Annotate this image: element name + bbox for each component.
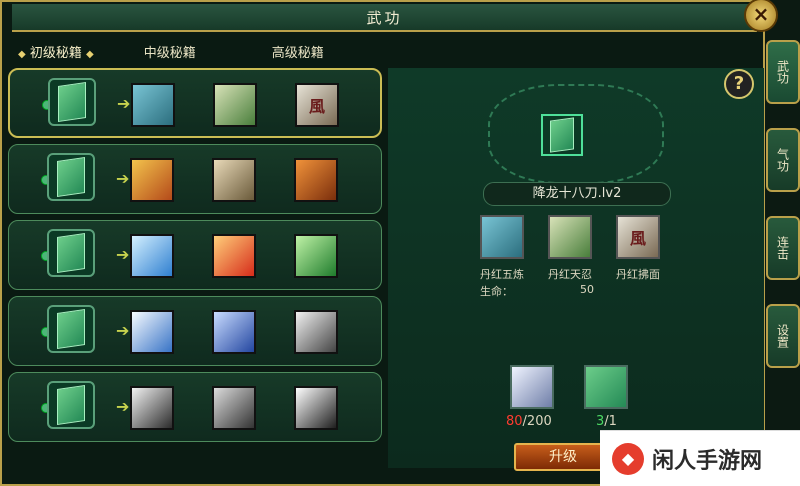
title-bar: 武功 — [12, 4, 757, 32]
watermark-logo-icon: ◆ — [612, 442, 644, 475]
gray-swords-icon[interactable] — [212, 386, 256, 430]
blade-swirl-icon[interactable] — [548, 215, 592, 259]
tab-bar: ◆ 初级秘籍 ◆ 中级秘籍 高级秘籍 — [10, 38, 332, 64]
stat-value: 50 — [580, 283, 594, 296]
fire-slash-icon[interactable] — [212, 234, 256, 278]
manual-book-icon[interactable] — [47, 153, 95, 201]
blade-swirl-icon[interactable] — [213, 83, 257, 127]
manual-book-icon[interactable] — [47, 229, 95, 277]
arrow-icon: ➔ — [116, 321, 130, 340]
rock-fist-icon[interactable] — [131, 83, 175, 127]
manual-book-icon[interactable] — [47, 381, 95, 429]
watermark: ◆ 闲人手游网 — [600, 430, 800, 486]
tab-intermediate-manuals[interactable]: 中级秘籍 — [136, 42, 204, 61]
arrow-icon: ➔ — [117, 94, 131, 113]
side-tab-combo[interactable]: 连击 — [766, 216, 800, 280]
manual-cost-icon — [584, 365, 628, 409]
sub-skill-label: 丹红五炼 — [480, 268, 524, 281]
sub-skill-label: 丹红拂面 — [616, 268, 660, 281]
manual-list: ➔ 風 ➔ ➔ ➔ ➔ — [8, 68, 386, 452]
material-cost-icon — [510, 365, 554, 409]
star-burst-icon[interactable] — [294, 386, 338, 430]
feng-scroll-icon[interactable]: 風 — [295, 83, 339, 127]
manual-row[interactable]: ➔ — [8, 144, 382, 214]
blue-spin-icon[interactable] — [212, 310, 256, 354]
skill-name: 降龙十八刀.lv2 — [483, 182, 671, 206]
manual-count: 3/1 — [596, 414, 617, 429]
golden-armor-icon[interactable] — [130, 158, 174, 202]
tab-advanced-manuals[interactable]: 高级秘籍 — [264, 42, 332, 61]
side-tab-qigong[interactable]: 气功 — [766, 128, 800, 192]
silver-chain-icon[interactable] — [130, 386, 174, 430]
arrow-icon: ➔ — [116, 245, 130, 264]
ice-wolf-icon[interactable] — [130, 234, 174, 278]
arrow-icon: ➔ — [116, 169, 130, 188]
side-tab-skills[interactable]: 武功 — [766, 40, 800, 104]
stat-label: 生命： — [480, 285, 513, 298]
upgrade-button[interactable]: 升级 — [514, 443, 612, 471]
feng-scroll-icon[interactable]: 風 — [616, 215, 660, 259]
close-icon[interactable]: × — [744, 0, 778, 32]
selected-manual-icon — [541, 114, 583, 156]
skills-window: 武功 ◆ 初级秘籍 ◆ 中级秘籍 高级秘籍 ➔ 風 ➔ ➔ ➔ ➔ 降龙十八刀.… — [0, 0, 765, 486]
rock-fist-icon[interactable] — [480, 215, 524, 259]
watermark-text: 闲人手游网 — [652, 448, 763, 474]
manual-row[interactable]: ➔ — [8, 220, 382, 290]
window-title: 武功 — [366, 8, 403, 27]
manual-row[interactable]: ➔ — [8, 296, 382, 366]
material-count: 80/200 — [506, 414, 552, 429]
help-icon[interactable]: ? — [724, 69, 754, 99]
claw-icon[interactable] — [212, 158, 256, 202]
manual-book-icon[interactable] — [48, 78, 96, 126]
flame-lion-icon[interactable] — [294, 158, 338, 202]
white-rune-icon[interactable] — [294, 310, 338, 354]
manual-row[interactable]: ➔ 風 — [8, 68, 382, 138]
tab-basic-manuals[interactable]: ◆ 初级秘籍 ◆ — [10, 42, 102, 61]
side-tab-bar: 武功 气功 连击 设置 — [766, 40, 800, 470]
manual-row[interactable]: ➔ — [8, 372, 382, 442]
green-vortex-icon[interactable] — [294, 234, 338, 278]
manual-book-icon[interactable] — [47, 305, 95, 353]
arrow-icon: ➔ — [116, 397, 130, 416]
skill-detail-panel: 降龙十八刀.lv2 風 丹红五炼 丹红天忍 丹红拂面 生命： 50 80/200… — [388, 68, 764, 471]
active-tab-marker-icon: ◆ — [18, 48, 26, 60]
active-tab-marker-icon: ◆ — [86, 48, 94, 60]
sub-skill-label: 丹红天忍 — [548, 268, 592, 281]
side-tab-settings[interactable]: 设置 — [766, 304, 800, 368]
white-crescent-icon[interactable] — [130, 310, 174, 354]
